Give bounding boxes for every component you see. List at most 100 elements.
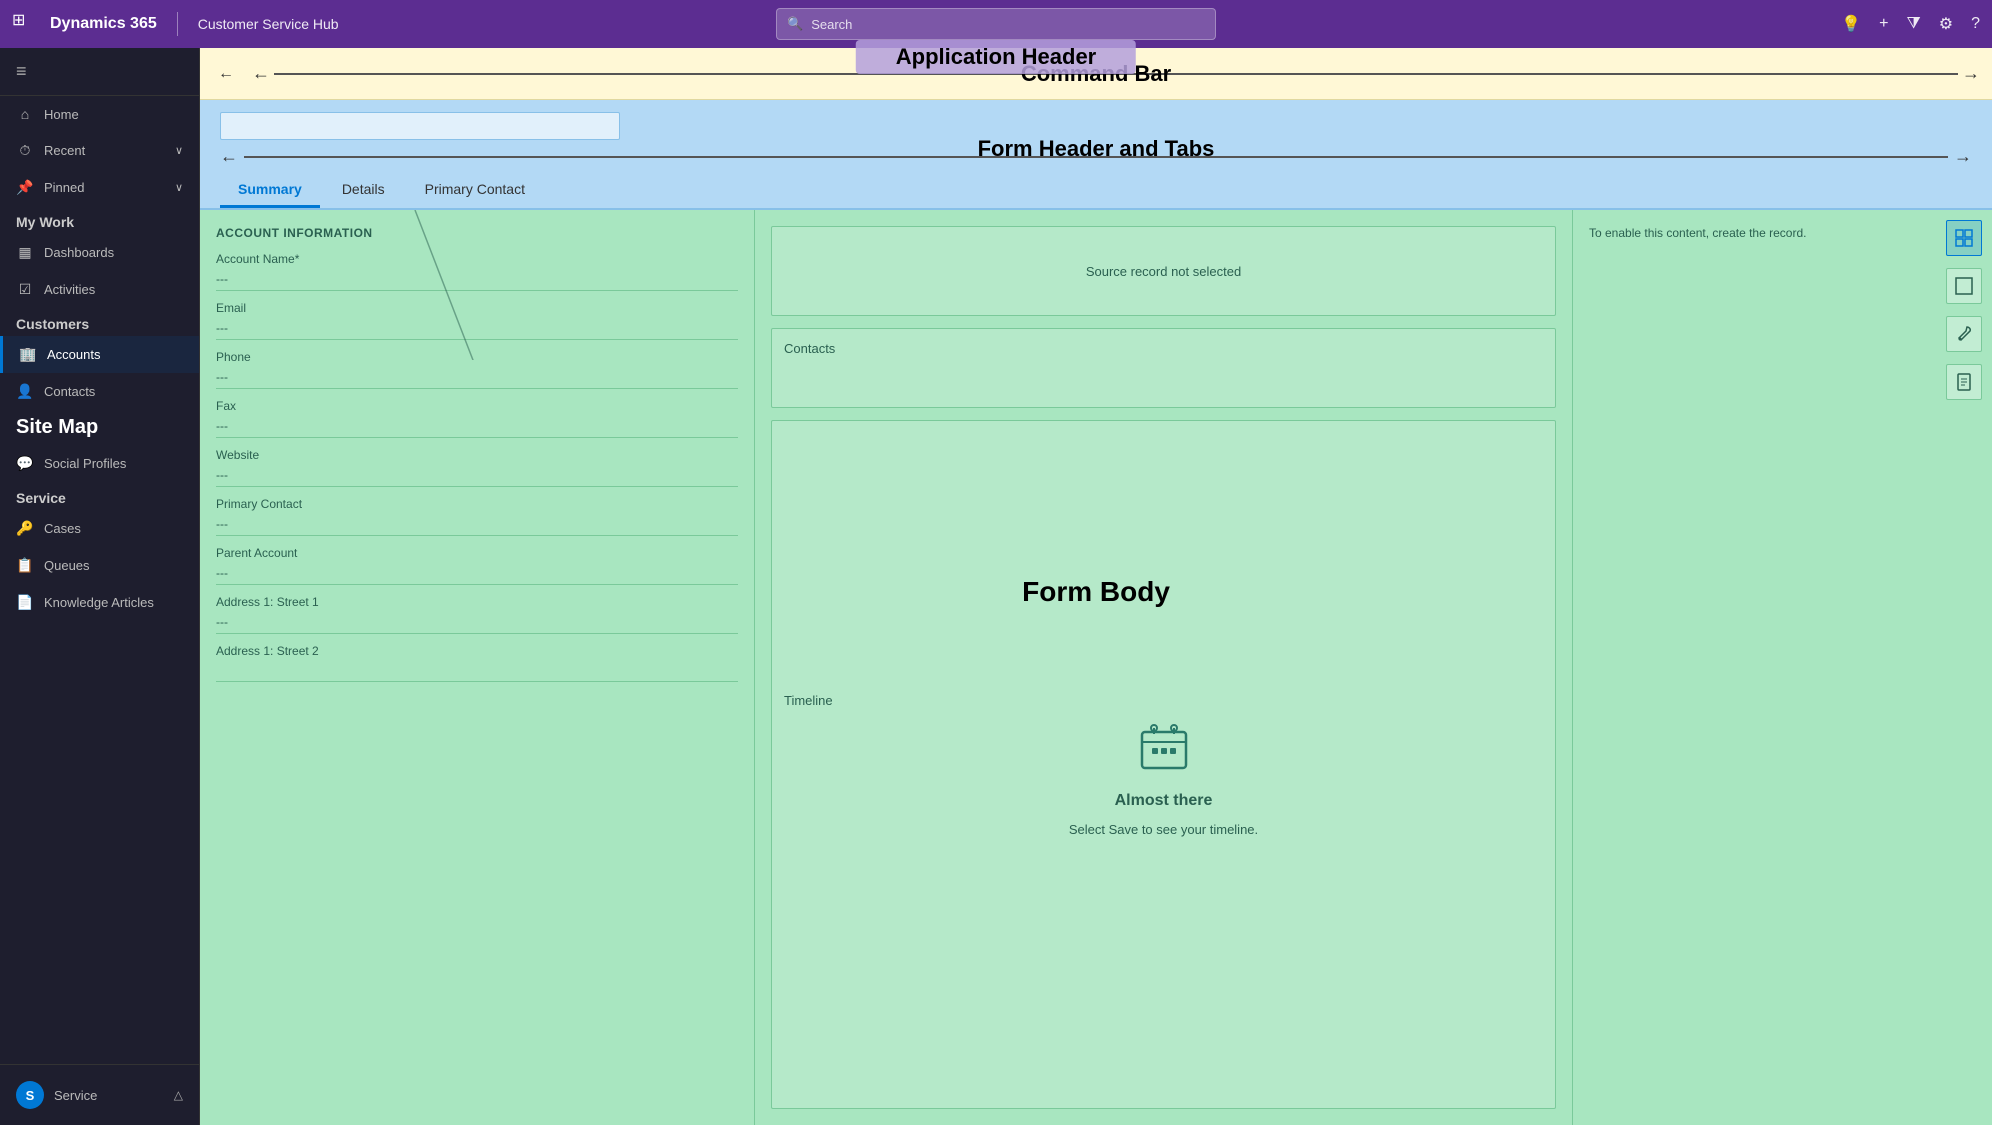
sidebar-item-cases[interactable]: 🔑 Cases bbox=[0, 510, 199, 547]
sidebar-item-pinned[interactable]: 📌 Pinned ∨ bbox=[0, 169, 199, 206]
field-primary-contact: Primary Contact --- bbox=[216, 497, 738, 536]
sidebar-item-knowledge-articles[interactable]: 📄 Knowledge Articles bbox=[0, 584, 199, 621]
dashboards-icon: ▦ bbox=[16, 244, 34, 261]
back-icon: ← bbox=[218, 65, 234, 83]
field-phone: Phone --- bbox=[216, 350, 738, 389]
field-value[interactable]: --- bbox=[216, 611, 738, 634]
sidebar-item-home[interactable]: ⌂ Home bbox=[0, 96, 199, 132]
header-arrow-left-icon: ← bbox=[220, 146, 238, 167]
sidebar-item-accounts[interactable]: 🏢 Accounts bbox=[0, 336, 199, 373]
command-bar-arrow: ← → bbox=[252, 63, 1980, 84]
add-icon[interactable]: + bbox=[1879, 15, 1888, 33]
app-header-left: ⊞ Dynamics 365 Customer Service Hub bbox=[12, 10, 339, 38]
cases-icon: 🔑 bbox=[16, 520, 34, 537]
form-title-input[interactable] bbox=[220, 112, 620, 140]
sidebar-item-recent[interactable]: ⏱ Recent ∨ bbox=[0, 132, 199, 169]
sidebar-item-social-profiles[interactable]: 💬 Social Profiles bbox=[0, 445, 199, 482]
accounts-icon: 🏢 bbox=[19, 346, 37, 363]
timeline-box: Timeline Almost there Select S bbox=[771, 420, 1556, 1109]
field-value[interactable]: --- bbox=[216, 562, 738, 585]
sidebar-item-activities[interactable]: ☑ Activities bbox=[0, 271, 199, 308]
field-value[interactable]: --- bbox=[216, 268, 738, 291]
app-module: Customer Service Hub bbox=[198, 16, 339, 32]
sidebar-item-label: Accounts bbox=[47, 347, 100, 362]
my-work-section: My Work bbox=[0, 206, 199, 234]
command-bar: ← ← → Command Bar bbox=[200, 48, 1992, 100]
field-label: Address 1: Street 1 bbox=[216, 595, 738, 609]
sidebar-item-label: Cases bbox=[44, 521, 81, 536]
field-label: Parent Account bbox=[216, 546, 738, 560]
document-button[interactable] bbox=[1946, 364, 1982, 400]
field-value[interactable]: --- bbox=[216, 464, 738, 487]
sidebar-item-label: Knowledge Articles bbox=[44, 595, 154, 610]
settings-icon[interactable]: ⚙ bbox=[1939, 14, 1953, 34]
grid-view-button[interactable] bbox=[1946, 220, 1982, 256]
header-divider bbox=[177, 12, 178, 36]
sidebar-item-label: Home bbox=[44, 107, 79, 122]
activities-icon: ☑ bbox=[16, 281, 34, 298]
field-value[interactable]: --- bbox=[216, 415, 738, 438]
search-container: 🔍 Search Application Header bbox=[776, 8, 1216, 40]
sidebar-item-dashboards[interactable]: ▦ Dashboards bbox=[0, 234, 199, 271]
almost-there-desc: Select Save to see your timeline. bbox=[1069, 822, 1258, 837]
right-panel-icons bbox=[1946, 220, 1982, 400]
field-label: Fax bbox=[216, 399, 738, 413]
knowledge-icon: 📄 bbox=[16, 594, 34, 611]
sidebar-item-contacts[interactable]: 👤 Contacts bbox=[0, 373, 199, 410]
timeline-icon bbox=[1134, 720, 1194, 780]
hamburger-icon[interactable]: ≡ bbox=[16, 61, 27, 82]
field-value[interactable]: --- bbox=[216, 366, 738, 389]
main-layout: ≡ ⌂ Home ⏱ Recent ∨ 📌 Pinned ∨ My Work ▦… bbox=[0, 48, 1992, 1125]
field-email: Email --- bbox=[216, 301, 738, 340]
field-value[interactable] bbox=[216, 660, 738, 682]
filter-icon[interactable]: ⧩ bbox=[1906, 15, 1920, 33]
app-header: ⊞ Dynamics 365 Customer Service Hub 🔍 Se… bbox=[0, 0, 1992, 48]
form-header-arrow-row: ← → bbox=[220, 146, 1972, 167]
app-name: Dynamics 365 bbox=[50, 15, 157, 33]
field-parent-account: Parent Account --- bbox=[216, 546, 738, 585]
search-box[interactable]: 🔍 Search bbox=[776, 8, 1216, 40]
field-value[interactable]: --- bbox=[216, 317, 738, 340]
field-label: Primary Contact bbox=[216, 497, 738, 511]
contacts-icon: 👤 bbox=[16, 383, 34, 400]
chevron-down-icon: ∨ bbox=[175, 181, 183, 194]
chevron-down-icon: ∨ bbox=[175, 144, 183, 157]
wrench-button[interactable] bbox=[1946, 316, 1982, 352]
arrow-line bbox=[274, 73, 1958, 75]
site-map-label: Site Map bbox=[0, 410, 199, 445]
footer-service-label: Service bbox=[54, 1088, 97, 1103]
field-fax: Fax --- bbox=[216, 399, 738, 438]
field-label: Website bbox=[216, 448, 738, 462]
waffle-icon[interactable]: ⊞ bbox=[12, 10, 40, 38]
form-header: ← → Form Header and Tabs Summary Details… bbox=[200, 100, 1992, 210]
sidebar-item-label: Recent bbox=[44, 143, 85, 158]
tab-summary[interactable]: Summary bbox=[220, 173, 320, 208]
source-record-text: Source record not selected bbox=[1086, 264, 1241, 279]
almost-there-title: Almost there bbox=[1115, 792, 1213, 810]
field-label: Account Name* bbox=[216, 252, 738, 266]
sidebar-item-queues[interactable]: 📋 Queues bbox=[0, 547, 199, 584]
field-website: Website --- bbox=[216, 448, 738, 487]
sidebar-footer-item[interactable]: S Service △ bbox=[0, 1073, 199, 1117]
arrow-right-icon: → bbox=[1962, 63, 1980, 84]
tab-details[interactable]: Details bbox=[324, 173, 403, 208]
sidebar-footer: S Service △ bbox=[0, 1064, 199, 1125]
field-address1-street1: Address 1: Street 1 --- bbox=[216, 595, 738, 634]
customers-section: Customers bbox=[0, 308, 199, 336]
back-button[interactable]: ← bbox=[212, 60, 240, 88]
avatar: S bbox=[16, 1081, 44, 1109]
contacts-label: Contacts bbox=[784, 341, 1543, 356]
field-value[interactable]: --- bbox=[216, 513, 738, 536]
header-arrow-line bbox=[244, 156, 1948, 158]
form-title-row bbox=[220, 112, 1972, 140]
form-body: Form Body ACCOUNT INFORMATION Account Na… bbox=[200, 210, 1992, 1125]
social-icon: 💬 bbox=[16, 455, 34, 472]
sidebar-item-label: Social Profiles bbox=[44, 456, 126, 471]
help-icon[interactable]: ? bbox=[1971, 15, 1980, 33]
sidebar-item-label: Contacts bbox=[44, 384, 95, 399]
list-view-button[interactable] bbox=[1946, 268, 1982, 304]
tab-primary-contact[interactable]: Primary Contact bbox=[407, 173, 543, 208]
header-actions: 💡 + ⧩ ⚙ ? bbox=[1841, 14, 1980, 34]
field-label: Phone bbox=[216, 350, 738, 364]
lightbulb-icon[interactable]: 💡 bbox=[1841, 14, 1861, 34]
